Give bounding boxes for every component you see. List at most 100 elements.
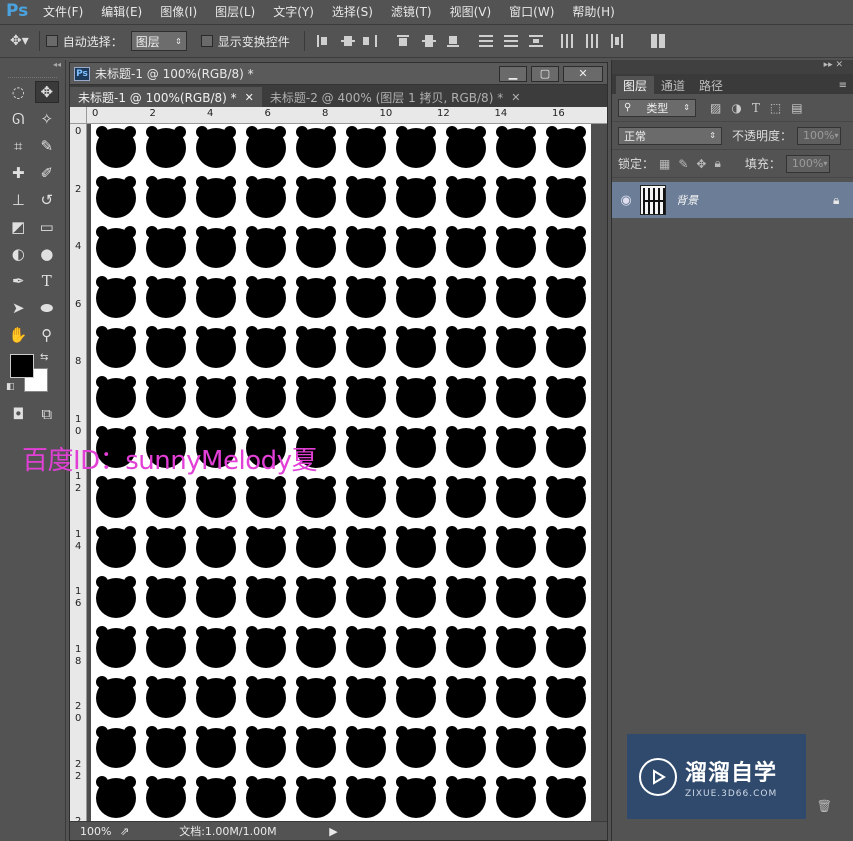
- menu-item[interactable]: 图像(I): [151, 3, 206, 20]
- chevron-down-icon[interactable]: ▾: [834, 131, 838, 140]
- default-colors-icon[interactable]: ◧: [6, 382, 15, 392]
- bear-head-shape: [446, 476, 486, 518]
- menu-item[interactable]: 文字(Y): [264, 3, 323, 20]
- bear-head-shape: [246, 326, 286, 368]
- ruler-label: 0: [75, 126, 82, 137]
- close-button[interactable]: ✕: [563, 65, 603, 82]
- lock-transparent-icon[interactable]: ▦: [659, 157, 670, 171]
- lock-all-icon[interactable]: 🔒︎: [714, 156, 720, 171]
- magic-wand-icon[interactable]: ✧: [35, 108, 59, 130]
- stamp-tool-icon[interactable]: ⊥: [6, 189, 30, 211]
- path-select-icon[interactable]: ➤: [6, 297, 30, 319]
- filter-shape-icon[interactable]: ⬚: [770, 101, 781, 115]
- ellipse-tool-icon[interactable]: ⬬: [35, 297, 59, 319]
- document-titlebar[interactable]: Ps 未标题-1 @ 100%(RGB/8) * ▁ ▢ ✕: [70, 63, 607, 85]
- tab-paths[interactable]: 路径: [692, 76, 730, 94]
- menu-item[interactable]: 视图(V): [441, 3, 501, 20]
- bear-head-shape: [496, 626, 536, 668]
- status-menu-icon[interactable]: ⇗: [120, 825, 129, 838]
- menu-item[interactable]: 滤镜(T): [382, 3, 441, 20]
- chevron-down-icon[interactable]: ▾: [823, 159, 827, 168]
- filter-pixel-icon[interactable]: ▨: [710, 101, 721, 115]
- eyedropper-icon[interactable]: ✎: [35, 135, 59, 157]
- tab-document-2[interactable]: 未标题-2 @ 400% (图层 1 拷贝, RGB/8) * ✕: [262, 87, 529, 107]
- filter-type-dropdown[interactable]: ⚲ 类型 ⇕: [618, 98, 696, 117]
- bear-head-shape: [196, 476, 236, 518]
- bear-head-shape: [246, 676, 286, 718]
- ruler-label: 2: [149, 108, 156, 119]
- close-tab-icon[interactable]: ✕: [245, 91, 254, 104]
- screen-mode-icon[interactable]: ⧉: [35, 403, 59, 425]
- lasso-tool-icon[interactable]: ᘏ: [6, 108, 30, 130]
- hand-tool-icon[interactable]: ✋: [6, 324, 30, 346]
- foreground-color-swatch[interactable]: [10, 354, 34, 378]
- close-tab-icon[interactable]: ✕: [511, 91, 520, 104]
- fill-field[interactable]: 100% ▾: [785, 154, 830, 173]
- pen-tool-icon[interactable]: ✒: [6, 270, 30, 292]
- ruler-origin[interactable]: [70, 107, 87, 124]
- bear-head-shape: [296, 726, 336, 768]
- menu-item[interactable]: 窗口(W): [500, 3, 563, 20]
- blend-mode-dropdown[interactable]: 正常 ⇕: [618, 126, 722, 145]
- layer-row[interactable]: ◉ 背景 🔒︎: [612, 182, 853, 218]
- dodge-tool-icon[interactable]: ●: [35, 243, 59, 265]
- healing-brush-icon[interactable]: ✚: [6, 162, 30, 184]
- collapse-arrows-icon[interactable]: ▸▸ ✕: [612, 60, 853, 74]
- maximize-button[interactable]: ▢: [531, 65, 559, 82]
- bear-head-shape: [346, 376, 386, 418]
- align-distribute-icons[interactable]: [311, 31, 731, 51]
- bear-head-shape: [396, 326, 436, 368]
- move-tool-preset-icon[interactable]: ✥▾: [10, 33, 29, 49]
- eraser-tool-icon[interactable]: ◩: [6, 216, 30, 238]
- filter-smart-icon[interactable]: ▤: [791, 101, 802, 115]
- menu-item[interactable]: 文件(F): [34, 3, 92, 20]
- show-transform-checkbox[interactable]: [200, 35, 213, 47]
- swap-colors-icon[interactable]: ⇆: [40, 352, 48, 363]
- bear-head-shape: [246, 176, 286, 218]
- lock-position-icon[interactable]: ✥: [696, 157, 706, 171]
- zoom-level[interactable]: 100%: [70, 825, 114, 838]
- marquee-tool-icon[interactable]: ◌: [6, 81, 30, 103]
- menu-item[interactable]: 图层(L): [206, 3, 264, 20]
- bear-head-shape: [446, 376, 486, 418]
- brush-tool-icon[interactable]: ✐: [35, 162, 59, 184]
- type-tool-icon[interactable]: T: [35, 270, 59, 292]
- bear-head-shape: [546, 426, 586, 468]
- menu-item[interactable]: 帮助(H): [563, 3, 623, 20]
- site-logo: 溜溜自学 ZIXUE.3D66.COM: [627, 734, 806, 819]
- collapse-arrows-icon[interactable]: ◂◂: [0, 60, 65, 70]
- bear-head-shape: [296, 526, 336, 568]
- zoom-tool-icon[interactable]: ⚲: [35, 324, 59, 346]
- tab-channels[interactable]: 通道: [654, 76, 692, 94]
- eye-icon[interactable]: ◉: [612, 193, 640, 208]
- menu-item[interactable]: 编辑(E): [92, 3, 151, 20]
- lock-pixels-icon[interactable]: ✎: [678, 157, 688, 171]
- layer-name[interactable]: 背景: [676, 192, 833, 208]
- quick-mask-icon[interactable]: ◘: [6, 403, 30, 425]
- menu-item[interactable]: 选择(S): [323, 3, 382, 20]
- bear-head-shape: [546, 276, 586, 318]
- opacity-field[interactable]: 100% ▾: [797, 126, 842, 145]
- move-tool-icon[interactable]: ✥: [34, 80, 59, 103]
- gradient-tool-icon[interactable]: ▭: [35, 216, 59, 238]
- bear-head-shape: [396, 126, 436, 168]
- auto-select-checkbox[interactable]: [45, 35, 58, 47]
- panel-grip[interactable]: [8, 70, 57, 78]
- ruler-label: 4: [75, 241, 82, 252]
- history-brush-icon[interactable]: ↺: [35, 189, 59, 211]
- crop-tool-icon[interactable]: ⌗: [6, 135, 30, 157]
- horizontal-ruler[interactable]: 0 2 4 6 8 10 12 14 16: [87, 107, 607, 124]
- ruler-label: 8: [75, 356, 82, 367]
- tab-layers[interactable]: 图层: [616, 76, 655, 94]
- filter-type-icon[interactable]: T: [752, 101, 760, 115]
- tab-document-1[interactable]: 未标题-1 @ 100%(RGB/8) * ✕: [70, 87, 262, 107]
- auto-select-dropdown[interactable]: 图层 ⇕: [130, 31, 187, 51]
- bear-head-shape: [246, 576, 286, 618]
- status-arrow-icon[interactable]: ▶: [329, 825, 337, 838]
- bear-head-shape: [546, 126, 586, 168]
- minimize-button[interactable]: ▁: [499, 65, 527, 82]
- panel-menu-icon[interactable]: ≡: [833, 80, 853, 94]
- delete-layer-icon[interactable]: 🗑︎: [817, 799, 832, 813]
- blur-tool-icon[interactable]: ◐: [6, 243, 30, 265]
- filter-adjustment-icon[interactable]: ◑: [731, 101, 741, 115]
